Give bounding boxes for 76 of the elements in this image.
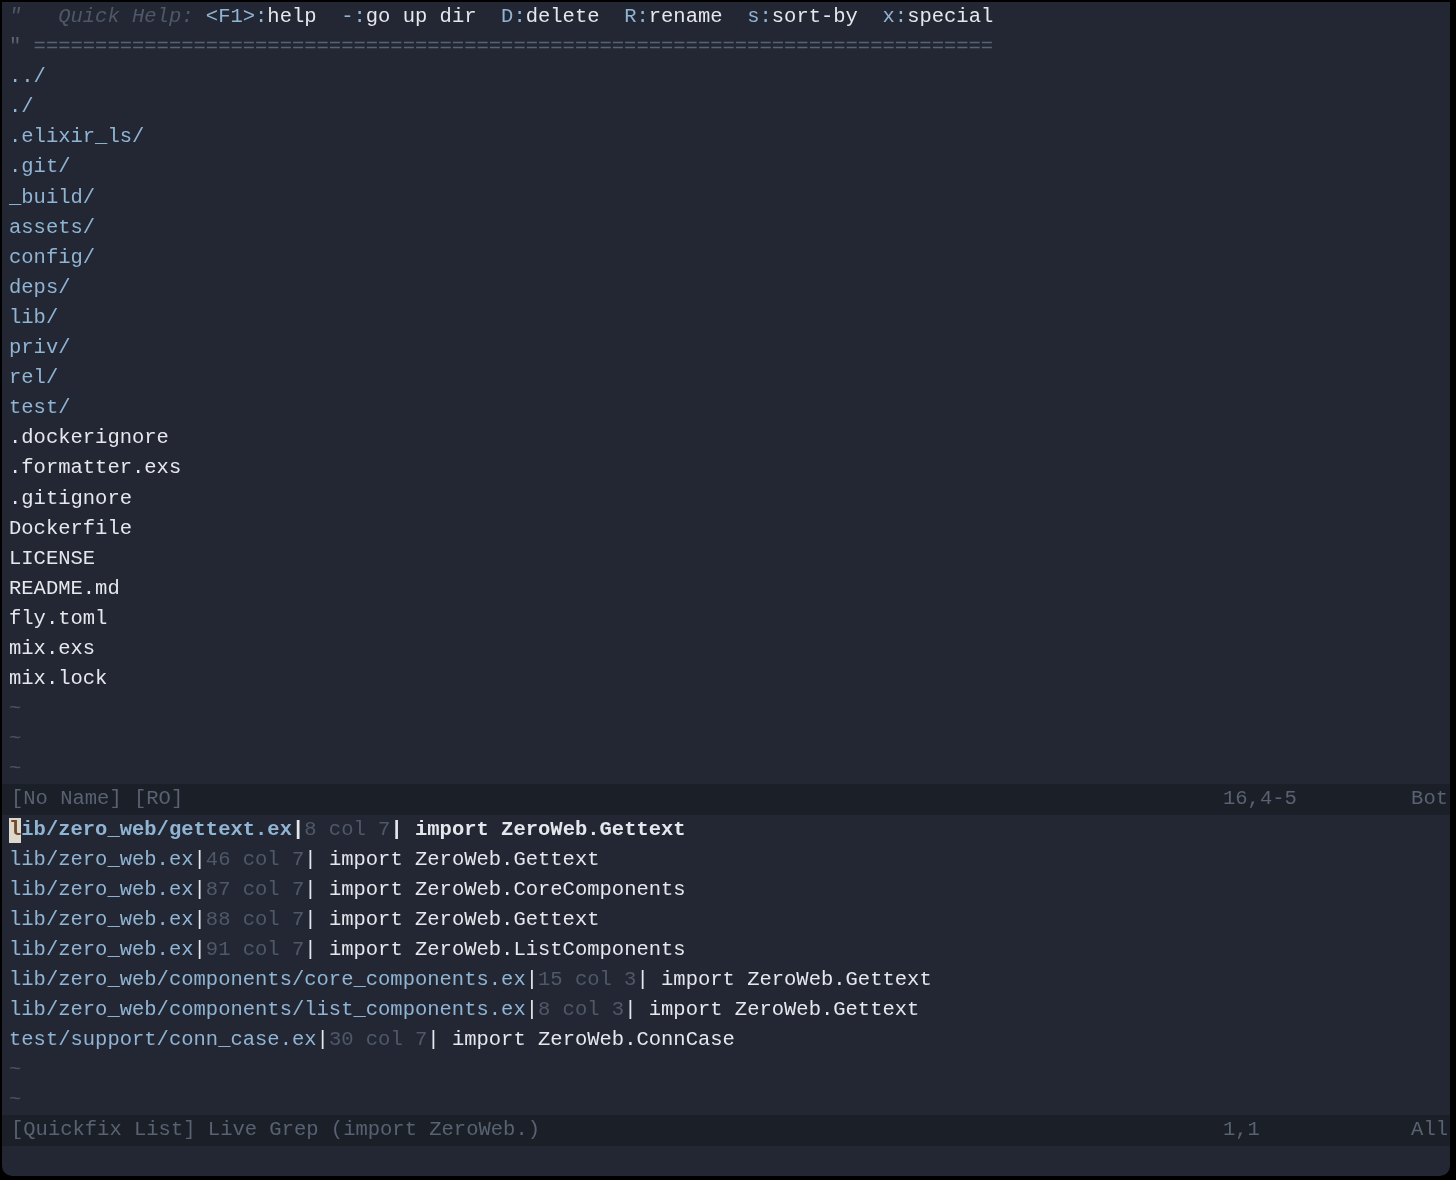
- separator-text: |: [525, 997, 538, 1024]
- cursor-position: 16,4-5: [1223, 786, 1298, 813]
- empty-line-tilde: ~: [9, 756, 22, 783]
- empty-line-tilde: ~: [9, 696, 22, 723]
- buffer-name: [No Name] [RO]: [11, 786, 185, 813]
- empty-line-tilde: ~: [9, 1057, 22, 1084]
- separator-text: |: [624, 997, 637, 1024]
- result-text: import ZeroWeb.ListComponents: [327, 936, 686, 963]
- empty-line-tilde: ~: [9, 726, 22, 753]
- separator-text: |: [390, 816, 403, 843]
- buffer-name: [Quickfix List] Live Grep (import ZeroWeb.): [11, 1117, 541, 1144]
- file-entry[interactable]: .gitignore: [9, 483, 133, 514]
- result-file[interactable]: lib/zero_web.ex: [9, 904, 194, 935]
- file-entry[interactable]: fly.toml: [9, 603, 108, 634]
- scroll-position: Bot: [1410, 786, 1449, 813]
- file-entry[interactable]: .formatter.exs: [9, 453, 182, 484]
- directory-entry[interactable]: test/: [9, 393, 71, 424]
- file-entry[interactable]: .dockerignore: [9, 423, 169, 454]
- result-text: import ZeroWeb.Gettext: [660, 967, 932, 993]
- result-text: import ZeroWeb.CoreComponents: [327, 876, 686, 903]
- result-file[interactable]: lib/zero_web.ex: [9, 844, 194, 875]
- separator-text: |: [193, 846, 206, 873]
- result-file[interactable]: lib/zero_web.ex: [9, 934, 194, 965]
- result-text: import ZeroWeb.Gettext: [327, 846, 600, 873]
- separator-text: |: [427, 1027, 440, 1054]
- help-action: delete: [525, 4, 600, 30]
- help-key: x:: [857, 2, 908, 33]
- file-entry[interactable]: mix.lock: [9, 664, 108, 695]
- separator-text: |: [193, 876, 206, 903]
- file-entry[interactable]: LICENSE: [9, 543, 96, 574]
- help-action: help: [267, 4, 317, 30]
- result-text: import ZeroWeb.ConnCase: [450, 1027, 735, 1054]
- directory-entry[interactable]: .git/: [9, 152, 71, 183]
- separator-text: |: [193, 906, 206, 933]
- separator-rule: " ==============================================================================: [9, 34, 994, 61]
- result-file[interactable]: lib/zero_web.ex: [9, 874, 194, 905]
- file-entry[interactable]: Dockerfile: [9, 513, 133, 544]
- separator-text: |: [525, 967, 538, 993]
- separator-text: |: [304, 936, 317, 963]
- help-key: D:: [476, 2, 526, 33]
- separator-text: |: [636, 967, 649, 993]
- directory-entry[interactable]: _build/: [9, 182, 96, 213]
- help-action: special: [907, 4, 994, 30]
- empty-line-tilde: ~: [9, 1087, 22, 1114]
- directory-entry[interactable]: priv/: [9, 333, 71, 364]
- separator-text: |: [291, 816, 305, 843]
- directory-entry[interactable]: rel/: [9, 363, 59, 394]
- help-action: go up dir: [365, 4, 477, 30]
- separator-text: |: [193, 936, 206, 963]
- help-action: rename: [648, 4, 723, 30]
- result-text: import ZeroWeb.Gettext: [647, 997, 920, 1024]
- cursor-position: 1,1: [1223, 1117, 1261, 1144]
- directory-entry[interactable]: lib/: [9, 302, 59, 334]
- result-file[interactable]: lib/zero_web/components/core_components.ex: [9, 965, 526, 996]
- help-key: s:: [722, 2, 772, 33]
- directory-entry[interactable]: deps/: [9, 272, 71, 303]
- result-text: import ZeroWeb.Gettext: [414, 816, 686, 843]
- separator-text: |: [304, 906, 317, 933]
- help-key: <F1>:: [193, 2, 268, 33]
- file-entry[interactable]: README.md: [9, 573, 120, 604]
- directory-entry[interactable]: ../: [9, 62, 46, 93]
- help-key: -:: [316, 2, 366, 33]
- directory-entry[interactable]: assets/: [9, 212, 96, 243]
- help-action: sort-by: [771, 4, 858, 30]
- scroll-position: All: [1410, 1117, 1449, 1144]
- separator-text: |: [316, 1027, 329, 1054]
- separator-text: |: [304, 846, 317, 873]
- result-file[interactable]: test/support/conn_case.ex: [9, 1025, 317, 1056]
- directory-entry[interactable]: .elixir_ls/: [9, 122, 145, 153]
- directory-entry[interactable]: ./: [9, 92, 34, 123]
- result-file[interactable]: lib/zero_web/components/list_components.ex: [9, 995, 526, 1026]
- directory-entry[interactable]: config/: [9, 242, 96, 273]
- help-key: R:: [599, 2, 649, 33]
- result-text: import ZeroWeb.Gettext: [327, 906, 600, 933]
- file-entry[interactable]: mix.exs: [9, 633, 96, 665]
- separator-text: |: [304, 876, 317, 903]
